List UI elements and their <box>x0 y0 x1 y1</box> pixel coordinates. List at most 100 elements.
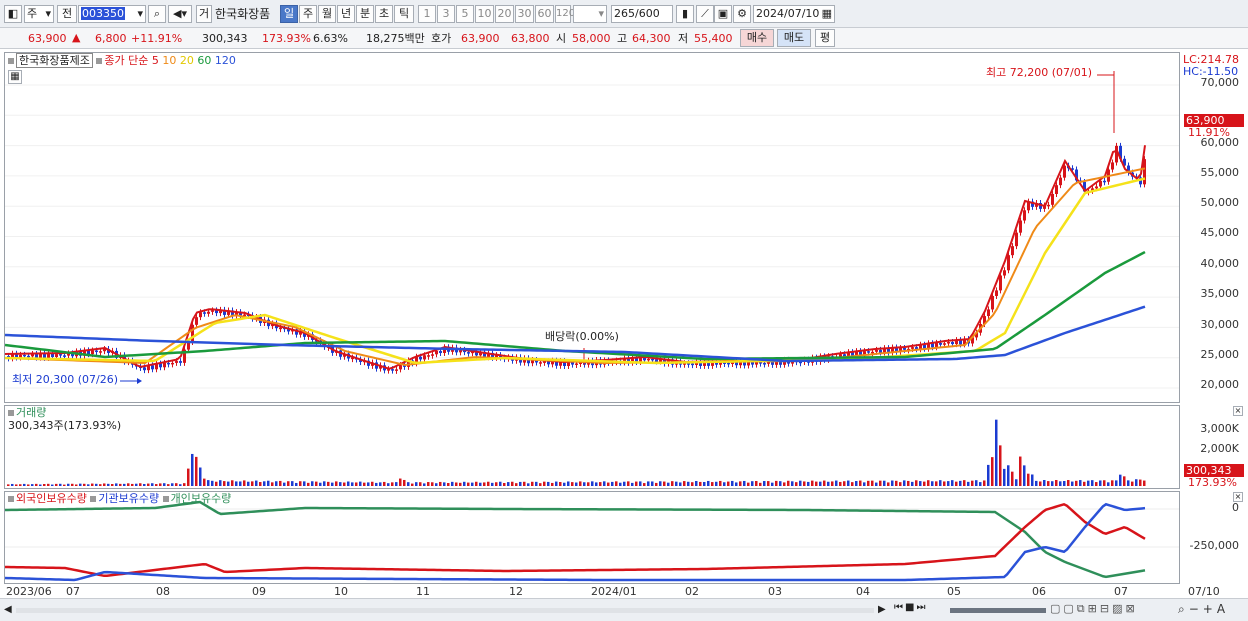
interval-30[interactable]: 30 <box>515 5 534 23</box>
volume-bar <box>839 481 842 486</box>
volume-bar <box>743 480 746 486</box>
chevron-down-icon: ▾ <box>45 7 51 20</box>
volume-bar <box>599 482 602 486</box>
candle-body <box>431 354 434 356</box>
volume-bar <box>707 480 710 486</box>
window-icon[interactable]: ◧ <box>4 5 22 23</box>
volume-bar <box>115 483 118 486</box>
volume-bar <box>1139 479 1142 486</box>
volume-bar <box>715 481 718 486</box>
x-label: 04 <box>856 585 870 598</box>
speaker-icon[interactable]: ◀▾ <box>168 5 192 23</box>
volume-bar <box>783 482 786 486</box>
period-second[interactable]: 초 <box>375 5 393 23</box>
interval-3[interactable]: 3 <box>437 5 455 23</box>
close-icon[interactable]: × <box>1233 406 1243 416</box>
volume-bar <box>803 481 806 486</box>
period-week[interactable]: 주 <box>299 5 317 23</box>
legend-marker <box>8 496 14 502</box>
scrollbar-track[interactable] <box>16 608 874 613</box>
period-minute[interactable]: 분 <box>356 5 374 23</box>
period-day[interactable]: 일 <box>280 5 298 23</box>
stock-code-input[interactable]: 003350 ▾ <box>78 5 146 23</box>
volume-bar <box>371 481 374 486</box>
interval-60[interactable]: 60 <box>535 5 554 23</box>
volume-pane[interactable] <box>4 405 1180 489</box>
volume-bar <box>855 481 858 486</box>
volume-title[interactable]: 거래량 <box>16 406 46 419</box>
sell-button[interactable]: 매도 <box>777 29 811 47</box>
scroll-left-icon[interactable]: ◀ <box>4 604 12 615</box>
volume-bar <box>383 481 386 486</box>
x-label: 05 <box>947 585 961 598</box>
volume-bar <box>507 482 510 486</box>
scroll-right-icon[interactable]: ▶ <box>878 604 886 615</box>
zoom-scroll-thumb[interactable] <box>950 608 1046 613</box>
volume-bar <box>175 483 178 486</box>
x-label: 06 <box>1032 585 1046 598</box>
chart-tools-icon[interactable]: ▢▢⧉⊞⊟▨⊠ <box>1050 602 1138 616</box>
zoom-tools-icon[interactable]: ⌕−+A <box>1178 602 1229 617</box>
individual-label[interactable]: 개인보유수량 <box>171 492 232 505</box>
period-tick[interactable]: 틱 <box>394 5 414 23</box>
volume-bar <box>151 483 154 486</box>
date-input[interactable]: 2024/07/10 ▦ <box>753 5 835 23</box>
period-month[interactable]: 월 <box>318 5 336 23</box>
table-icon[interactable]: ▦ <box>8 70 22 84</box>
candle-body <box>191 324 194 342</box>
volume-bar <box>579 481 582 486</box>
volume-bar <box>923 481 926 486</box>
count-total: /600 <box>635 7 660 20</box>
volume-bar <box>1107 482 1110 486</box>
foreign-label[interactable]: 외국인보유수량 <box>16 492 87 505</box>
volume-bar <box>871 480 874 486</box>
buy-button[interactable]: 매수 <box>740 29 774 47</box>
interval-select[interactable]: ▾ <box>573 5 607 23</box>
interval-20[interactable]: 20 <box>495 5 514 23</box>
stock-title[interactable]: 한국화장품제조 <box>16 53 93 68</box>
volume-bar <box>999 445 1002 486</box>
candle-body <box>395 369 398 371</box>
search-icon[interactable]: ⌕ <box>148 5 166 23</box>
volume-bar <box>735 482 738 486</box>
price-chart-pane[interactable] <box>4 52 1180 403</box>
eval-button[interactable]: 평 <box>815 29 835 47</box>
volume-bar <box>47 483 50 486</box>
ma-label[interactable]: 종가 단순 <box>104 54 148 67</box>
count-input[interactable]: 265/600 <box>611 5 673 23</box>
interval-1[interactable]: 1 <box>418 5 436 23</box>
volume-bar <box>131 483 134 486</box>
period-year[interactable]: 년 <box>337 5 355 23</box>
trade-button[interactable]: 거 <box>196 5 212 23</box>
calendar-icon: ▦ <box>821 7 832 20</box>
interval-10[interactable]: 10 <box>475 5 494 23</box>
close-icon[interactable]: × <box>1233 492 1243 502</box>
market-select[interactable]: 주 ▾ <box>24 5 54 23</box>
volume-bar <box>403 479 406 486</box>
volume-bar <box>907 480 910 486</box>
volume-bar <box>259 482 262 486</box>
volume-bar <box>567 481 570 486</box>
volume-bar <box>551 482 554 486</box>
volume-bar <box>971 480 974 486</box>
volume-bar <box>711 482 714 486</box>
volume-bar <box>763 481 766 486</box>
volume-bar <box>379 482 382 486</box>
x-label: 12 <box>509 585 523 598</box>
interval-120[interactable]: 120 <box>555 5 575 23</box>
save-icon[interactable]: ▣ <box>714 5 732 23</box>
playback-icon[interactable]: ⏮■⏭ <box>894 602 950 618</box>
prev-button[interactable]: 전 <box>57 5 77 23</box>
volume-bar <box>43 483 46 486</box>
institution-label[interactable]: 기관보유수량 <box>98 492 159 505</box>
volume-bar <box>767 481 770 486</box>
y-label: -250,000 <box>1189 539 1239 552</box>
volume-bar <box>643 483 646 486</box>
candle-body <box>647 358 650 361</box>
volume-bar <box>751 481 754 486</box>
gear-icon[interactable]: ⚙ <box>733 5 751 23</box>
line-tool-icon[interactable]: ⟋ <box>696 5 714 23</box>
volume-bar <box>1019 456 1022 486</box>
interval-5[interactable]: 5 <box>456 5 474 23</box>
candle-icon[interactable]: ▮ <box>676 5 694 23</box>
